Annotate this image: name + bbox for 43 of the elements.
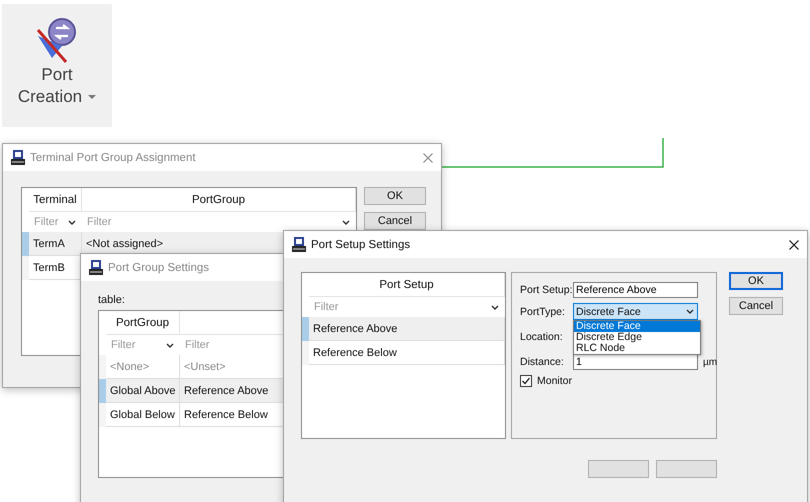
checkbox-label: Monitor	[537, 375, 572, 387]
button-label: Port	[41, 64, 73, 86]
table-cell[interactable]: Reference Above	[180, 379, 285, 403]
column-header[interactable]: PortGroup	[106, 311, 180, 335]
table-cell[interactable]: <None>	[106, 355, 180, 379]
dropdown-option[interactable]: RLC Node	[574, 343, 700, 354]
chevron-icon	[491, 304, 499, 310]
column-header[interactable]: Terminal	[29, 188, 82, 212]
dropdown-option[interactable]: Discrete Edge	[574, 332, 700, 343]
dialog-button[interactable]: Cancel	[364, 212, 426, 230]
port-setup-field[interactable]: Reference Above	[573, 282, 698, 298]
monitor-checkbox[interactable]	[520, 375, 532, 387]
list-item[interactable]: Reference Above	[309, 317, 505, 341]
button-label: Creation	[18, 86, 82, 108]
table-cell[interactable]: TermA	[29, 232, 82, 256]
close-icon[interactable]	[789, 240, 799, 250]
window-title: Port Group Settings	[108, 262, 210, 274]
app-logo-icon	[292, 237, 306, 252]
chevron-icon	[166, 342, 174, 348]
column-header[interactable]: PortGroup	[82, 188, 356, 212]
app-logo-icon	[11, 150, 25, 165]
distance-field[interactable]: 1	[573, 354, 698, 370]
field-label: Port Setup:	[520, 284, 573, 296]
dialog-button[interactable]: OK	[729, 272, 783, 290]
field-label: PortType:	[520, 306, 566, 318]
port-creation-button[interactable]: Port Creation	[2, 4, 112, 127]
table-label: table:	[98, 294, 125, 306]
table-cell[interactable]: Global Below	[106, 403, 180, 427]
chevron-icon	[342, 220, 350, 224]
field-label: Location:	[520, 331, 564, 343]
dialog-button[interactable]: OK	[364, 187, 426, 205]
column-header[interactable]: Port Setup	[309, 273, 505, 297]
window-title: Terminal Port Group Assignment	[30, 152, 197, 164]
dialog-button[interactable]: Cancel	[729, 297, 783, 315]
chevron-icon	[686, 309, 694, 314]
caret-icon	[88, 95, 96, 99]
list-item[interactable]: Reference Below	[309, 341, 505, 365]
unit-label: µm	[702, 356, 718, 368]
dropdown-option[interactable]: Discrete Face	[574, 321, 700, 332]
chevron-icon	[68, 220, 76, 224]
app-logo-icon	[89, 260, 103, 275]
field-label: Distance:	[520, 356, 565, 368]
table-cell[interactable]: Global Above	[106, 379, 180, 403]
